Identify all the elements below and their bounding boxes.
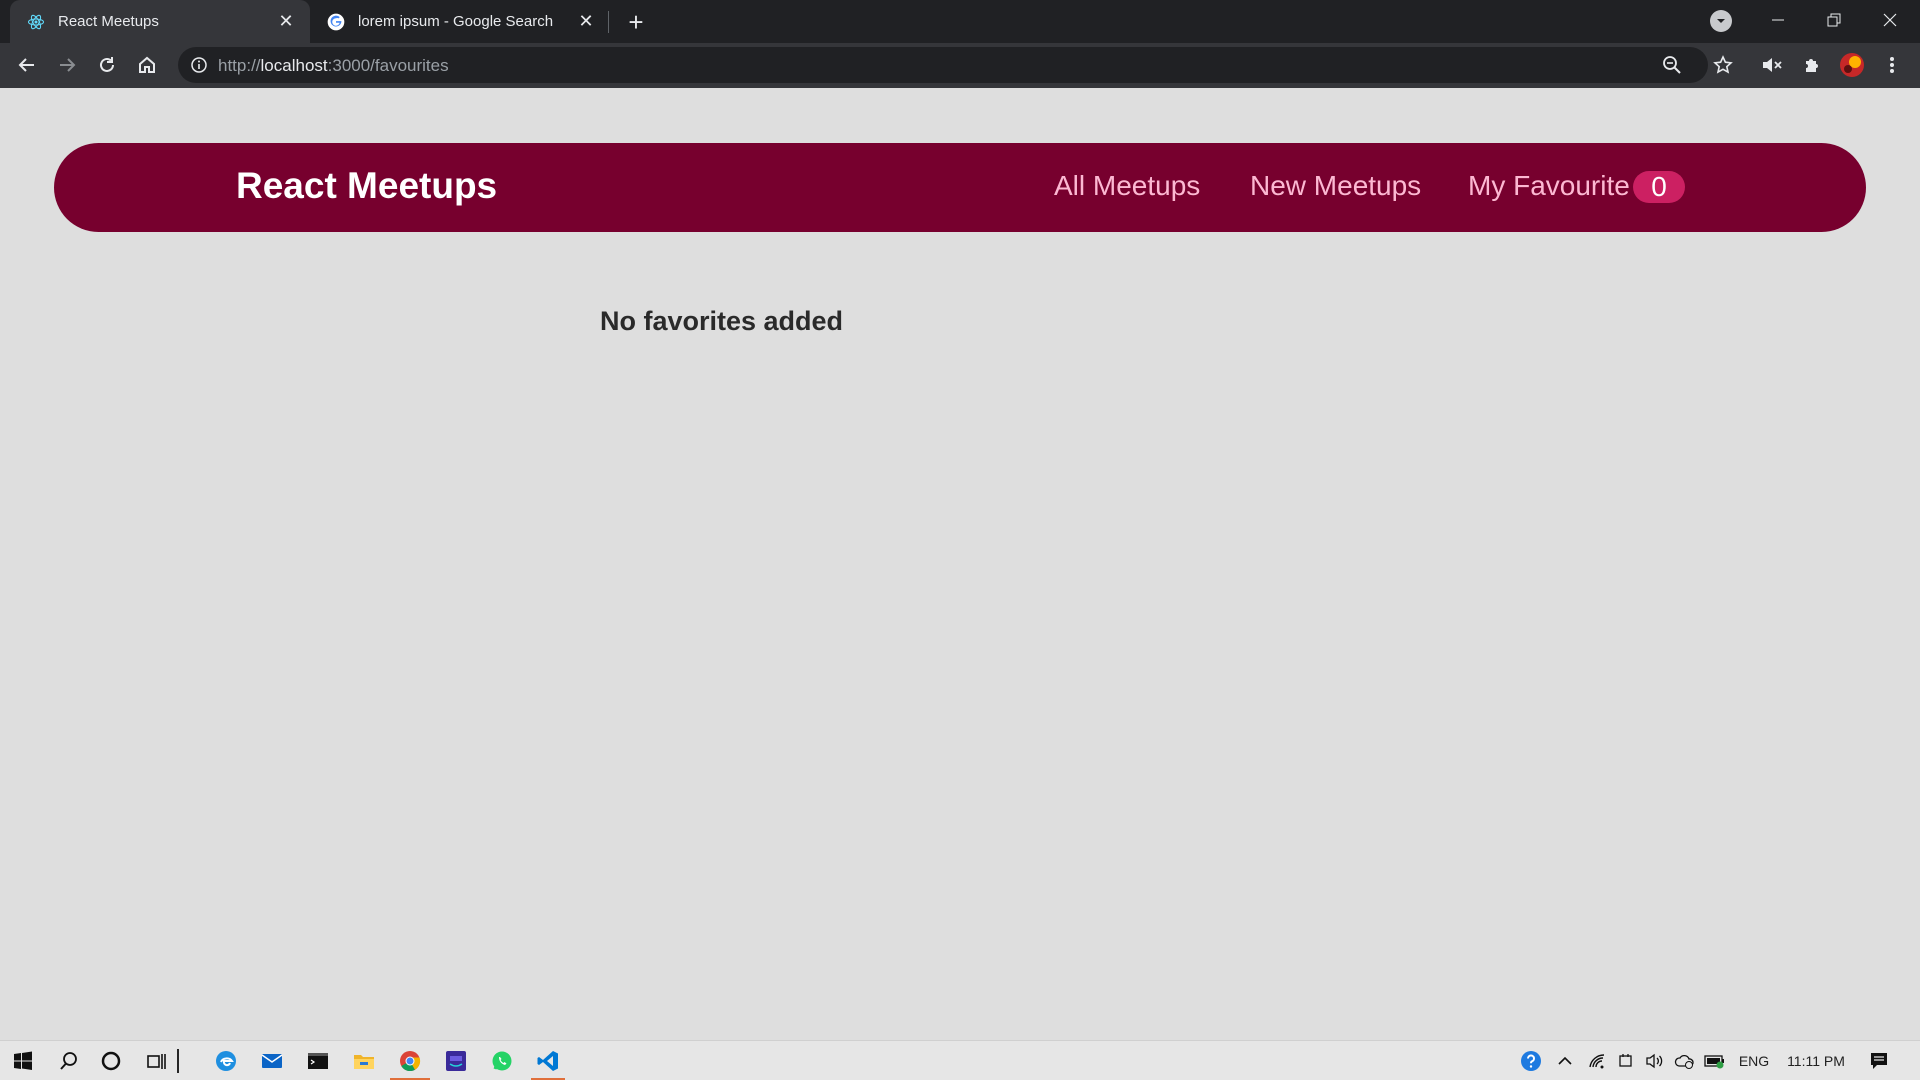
mute-tab-icon[interactable] [1756, 49, 1788, 81]
react-icon [26, 12, 46, 32]
zoom-icon[interactable] [1662, 55, 1682, 80]
windows-taskbar: ENG 11:11 PM [0, 1040, 1920, 1080]
amazon-music-icon[interactable] [433, 1041, 479, 1080]
onedrive-icon[interactable] [1671, 1041, 1699, 1080]
terminal-icon[interactable] [295, 1041, 341, 1080]
address-bar[interactable]: http://localhost:3000/favourites [178, 47, 1708, 83]
tab-title: React Meetups [58, 13, 159, 30]
show-hidden-icons-chevron-up-icon[interactable] [1552, 1041, 1578, 1080]
nav-link-new-meetups[interactable]: New Meetups [1250, 170, 1421, 202]
battery-icon[interactable] [1701, 1041, 1729, 1080]
back-button[interactable] [11, 49, 43, 81]
taskbar-divider [166, 1041, 190, 1080]
forward-button[interactable] [51, 49, 83, 81]
page-viewport: React Meetups All Meetups New Meetups My… [0, 88, 1920, 1040]
close-window-button[interactable] [1862, 0, 1918, 40]
action-center-notifications-icon[interactable] [1864, 1041, 1894, 1080]
input-language-indicator[interactable]: ENG [1733, 1041, 1775, 1080]
browser-tab-strip: React Meetups ✕ lorem ipsum - Google Sea… [0, 0, 1920, 43]
favourites-count-badge: 0 [1633, 171, 1685, 203]
google-icon [326, 12, 346, 32]
volume-icon[interactable] [1641, 1041, 1669, 1080]
help-icon[interactable] [1516, 1041, 1546, 1080]
start-button-windows-icon[interactable] [0, 1041, 46, 1080]
minimize-button[interactable] [1750, 0, 1806, 40]
vscode-icon[interactable] [525, 1041, 571, 1080]
site-logo: React Meetups [236, 165, 498, 206]
file-explorer-icon[interactable] [341, 1041, 387, 1080]
tab-separator [608, 11, 609, 33]
url-scheme: http:// [218, 56, 261, 75]
home-button[interactable] [131, 49, 163, 81]
system-clock[interactable]: 11:11 PM [1780, 1041, 1852, 1080]
nav-link-my-favourite[interactable]: My Favourite [1468, 170, 1630, 202]
mail-icon[interactable] [249, 1041, 295, 1080]
search-icon[interactable] [46, 1041, 92, 1080]
tab-google-search[interactable]: lorem ipsum - Google Search ✕ [310, 0, 610, 43]
browser-toolbar: http://localhost:3000/favourites [0, 43, 1920, 88]
cortana-icon[interactable] [88, 1041, 134, 1080]
meet-now-icon[interactable] [1613, 1041, 1639, 1080]
wifi-icon[interactable] [1583, 1041, 1611, 1080]
url-path: :3000/favourites [327, 56, 449, 75]
empty-favorites-message: No favorites added [600, 306, 844, 336]
tab-title: lorem ipsum - Google Search [358, 13, 554, 30]
nav-link-all-meetups[interactable]: All Meetups [1054, 170, 1200, 202]
site-info-icon[interactable] [190, 56, 208, 79]
browser-menu-icon[interactable] [1876, 49, 1908, 81]
url-host: localhost [260, 56, 328, 75]
extensions-puzzle-icon[interactable] [1796, 49, 1828, 81]
tab-search-button[interactable] [1710, 10, 1732, 32]
main-navigation: React Meetups All Meetups New Meetups My… [54, 143, 1866, 232]
url-text: http://localhost:3000/favourites [218, 56, 449, 76]
close-tab-icon[interactable]: ✕ [572, 8, 600, 36]
chrome-icon[interactable] [387, 1041, 433, 1080]
profile-avatar[interactable] [1836, 49, 1868, 81]
new-tab-button[interactable]: + [620, 6, 652, 38]
whatsapp-icon[interactable] [479, 1041, 525, 1080]
restore-button[interactable] [1806, 0, 1862, 40]
edge-browser-icon[interactable] [203, 1041, 249, 1080]
bookmark-star-icon[interactable] [1707, 49, 1739, 81]
reload-button[interactable] [91, 49, 123, 81]
tab-react-meetups[interactable]: React Meetups ✕ [10, 0, 310, 43]
close-tab-icon[interactable]: ✕ [272, 8, 300, 36]
